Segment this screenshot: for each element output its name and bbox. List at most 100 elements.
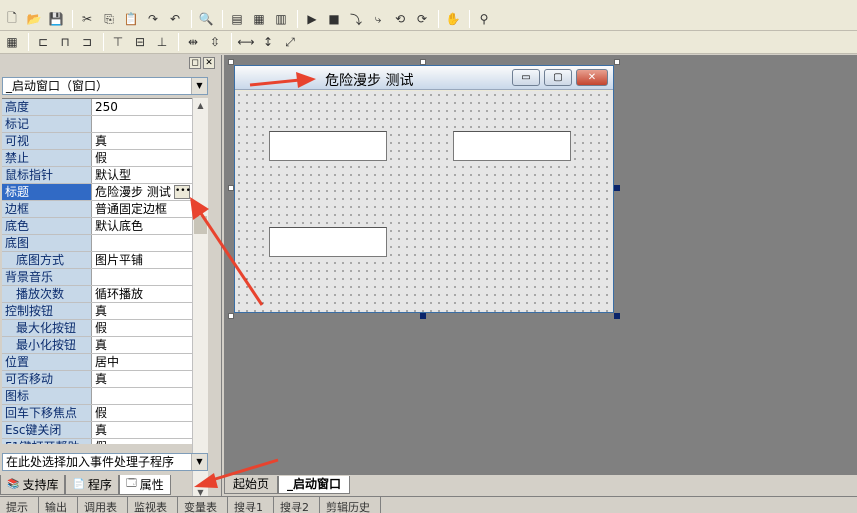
panel-restore-icon[interactable]: ◻ <box>189 57 201 69</box>
property-value[interactable]: 假 <box>92 320 192 336</box>
resize-handle[interactable] <box>420 313 426 319</box>
find-icon[interactable]: 🔍 <box>196 9 216 29</box>
layout2-icon[interactable]: ▦ <box>249 9 269 29</box>
cut-icon[interactable]: ✂ <box>77 9 97 29</box>
property-row[interactable]: 最大化按钮假 <box>2 320 192 337</box>
paste-icon[interactable]: 📋 <box>121 9 141 29</box>
property-value[interactable]: 真 <box>92 133 192 149</box>
property-value[interactable]: 默认型 <box>92 167 192 183</box>
property-row[interactable]: 底色 默认底色 <box>2 218 192 235</box>
property-row[interactable]: 标记 <box>2 116 192 133</box>
property-value[interactable]: 默认底色 <box>92 218 192 234</box>
output-tab[interactable]: 提示 <box>0 497 39 513</box>
property-row[interactable]: 高度 250 <box>2 99 192 116</box>
edit-box-2[interactable] <box>453 131 571 161</box>
layout1-icon[interactable]: ▤ <box>227 9 247 29</box>
resize-handle[interactable] <box>228 185 234 191</box>
property-value[interactable]: 真 <box>92 337 192 353</box>
output-tab[interactable]: 变量表 <box>178 497 228 513</box>
resize-handle[interactable] <box>614 313 620 319</box>
chevron-down-icon[interactable]: ▼ <box>191 454 207 470</box>
ellipsis-button[interactable]: ••• <box>174 185 191 199</box>
tab-program[interactable]: 📄 程序 <box>65 475 119 495</box>
property-value[interactable]: 循环播放 <box>92 286 192 302</box>
property-row[interactable]: 标题 危险漫步 测试 ••• <box>2 184 192 201</box>
property-value[interactable]: 真 <box>92 371 192 387</box>
scroll-up-icon[interactable]: ▲ <box>194 99 207 113</box>
chevron-down-icon[interactable]: ▼ <box>191 78 207 94</box>
property-row[interactable]: 鼠标指针 默认型 <box>2 167 192 184</box>
property-row[interactable]: 可否移动真 <box>2 371 192 388</box>
property-value[interactable] <box>92 388 192 404</box>
form-client-area[interactable] <box>235 91 613 312</box>
width-icon[interactable]: ⟷ <box>236 32 256 52</box>
align-center-icon[interactable]: ⊓ <box>55 32 75 52</box>
property-row[interactable]: 回车下移焦点假 <box>2 405 192 422</box>
hand-icon[interactable]: ✋ <box>443 9 463 29</box>
output-tab[interactable]: 输出 <box>39 497 78 513</box>
form-title-bar[interactable]: 危险漫步 测试 ▭ ▢ ✕ <box>235 66 613 90</box>
stop-icon[interactable]: ■ <box>324 9 344 29</box>
property-value[interactable]: 假 <box>92 439 192 444</box>
align-bottom-icon[interactable]: ⊥ <box>152 32 172 52</box>
step2-icon[interactable]: ⤷ <box>368 9 388 29</box>
output-tab[interactable]: 监视表 <box>128 497 178 513</box>
property-value[interactable] <box>92 116 192 132</box>
run-icon[interactable]: ▶ <box>302 9 322 29</box>
copy-icon[interactable]: ⎘ <box>99 9 119 29</box>
edit-box-3[interactable] <box>269 227 387 257</box>
open-icon[interactable]: 📂 <box>24 9 44 29</box>
property-value[interactable] <box>92 235 192 251</box>
edit-box-1[interactable] <box>269 131 387 161</box>
property-row[interactable]: 图标 <box>2 388 192 405</box>
property-value[interactable]: 真 <box>92 422 192 438</box>
property-row[interactable]: 最小化按钮真 <box>2 337 192 354</box>
grid-icon[interactable]: ▦ <box>2 32 22 52</box>
editor-tab[interactable]: _启动窗口 <box>278 476 351 494</box>
property-value[interactable]: 图片平铺 <box>92 252 192 268</box>
align-right-icon[interactable]: ⊐ <box>77 32 97 52</box>
property-value[interactable]: 居中 <box>92 354 192 370</box>
output-tab[interactable]: 剪辑历史 <box>320 497 381 513</box>
step1-icon[interactable]: ⤵ <box>346 9 366 29</box>
object-selector[interactable]: _启动窗口（窗口） ▼ <box>2 77 208 95</box>
resize-handle[interactable] <box>420 59 426 65</box>
property-row[interactable]: 播放次数 循环播放 <box>2 286 192 303</box>
property-row[interactable]: 禁止假 <box>2 150 192 167</box>
property-value[interactable]: 普通固定边框 <box>92 201 192 217</box>
property-row[interactable]: 边框 普通固定边框 <box>2 201 192 218</box>
maximize-button[interactable]: ▢ <box>544 69 572 86</box>
close-button[interactable]: ✕ <box>576 69 608 86</box>
resize-handle[interactable] <box>614 59 620 65</box>
property-row[interactable]: 底图 <box>2 235 192 252</box>
tab-properties[interactable]: 🗔 属性 <box>118 475 171 495</box>
resize-handle[interactable] <box>228 59 234 65</box>
property-scrollbar[interactable]: ▲ ▼ <box>192 98 208 502</box>
property-row[interactable]: Esc键关闭真 <box>2 422 192 439</box>
output-tab[interactable]: 搜寻2 <box>274 497 320 513</box>
form-window[interactable]: 危险漫步 测试 ▭ ▢ ✕ <box>234 65 614 313</box>
step3-icon[interactable]: ⟲ <box>390 9 410 29</box>
step4-icon[interactable]: ⟳ <box>412 9 432 29</box>
size-icon[interactable]: ⤢ <box>280 32 300 52</box>
property-value[interactable]: 真 <box>92 303 192 319</box>
output-tab[interactable]: 调用表 <box>78 497 128 513</box>
save-icon[interactable]: 💾 <box>46 9 66 29</box>
redo-icon[interactable]: ↷ <box>143 9 163 29</box>
scroll-thumb[interactable] <box>194 216 207 234</box>
property-value[interactable]: 假 <box>92 150 192 166</box>
property-value[interactable]: 假 <box>92 405 192 421</box>
minimize-button[interactable]: ▭ <box>512 69 540 86</box>
align-middle-icon[interactable]: ⊟ <box>130 32 150 52</box>
property-row[interactable]: 控制按钮真 <box>2 303 192 320</box>
align-top-icon[interactable]: ⊤ <box>108 32 128 52</box>
property-row[interactable]: 底图方式 图片平铺 <box>2 252 192 269</box>
property-row[interactable]: F1键打开帮助假 <box>2 439 192 444</box>
property-value[interactable]: 250 <box>92 99 192 115</box>
property-row[interactable]: 背景音乐 <box>2 269 192 286</box>
space-v-icon[interactable]: ⇳ <box>205 32 225 52</box>
layout3-icon[interactable]: ▥ <box>271 9 291 29</box>
tab-library[interactable]: 📚 支持库 <box>0 475 66 495</box>
search-tool-icon[interactable]: ⚲ <box>474 9 494 29</box>
height-icon[interactable]: ↕ <box>258 32 278 52</box>
